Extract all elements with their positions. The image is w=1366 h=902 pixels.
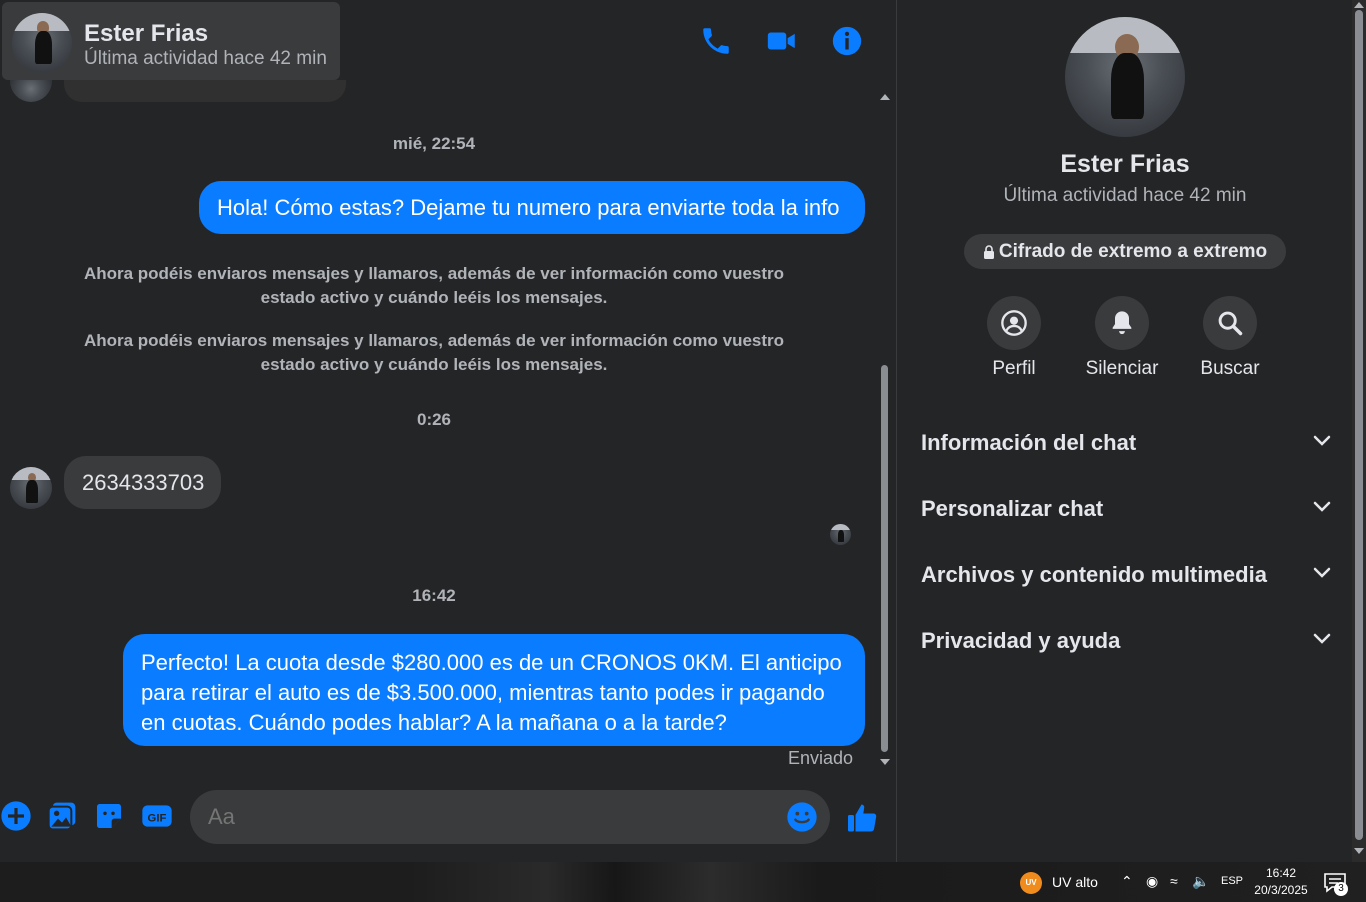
info-icon[interactable] — [830, 24, 864, 58]
message-timestamp: 16:42 — [412, 586, 456, 605]
sender-avatar[interactable] — [10, 467, 52, 509]
section-title: Archivos y contenido multimedia — [921, 562, 1267, 587]
search-icon — [1218, 311, 1243, 336]
clock-time[interactable]: 16:42 — [1252, 866, 1310, 880]
contact-avatar[interactable] — [12, 13, 72, 73]
profile-label: Perfil — [992, 358, 1036, 379]
section-title: Personalizar chat — [921, 496, 1104, 521]
system-notice: Ahora podéis enviaros mensajes y llamaro… — [83, 331, 785, 374]
mute-label: Silenciar — [1085, 358, 1159, 379]
wifi-icon[interactable]: ≈ — [1170, 873, 1178, 889]
sticker-icon[interactable] — [93, 800, 125, 832]
message-timestamp: 0:26 — [416, 410, 452, 429]
scroll-thumb[interactable] — [881, 365, 888, 752]
contact-avatar-partial — [10, 80, 52, 102]
window-scrollbar[interactable] — [1352, 0, 1366, 862]
weather-uv-icon[interactable]: UV — [1020, 872, 1042, 894]
chevron-down-icon — [1313, 501, 1331, 512]
scroll-thumb[interactable] — [1355, 10, 1363, 840]
search-button[interactable]: Buscar — [1180, 296, 1280, 380]
message-input[interactable] — [208, 804, 768, 830]
clock-date[interactable]: 20/3/2025 — [1252, 883, 1310, 897]
chevron-up-icon[interactable]: ⌃ — [1121, 873, 1133, 890]
scroll-up-arrow[interactable] — [880, 94, 890, 100]
contact-name: Ester Frias — [84, 20, 209, 47]
system-notice: Ahora podéis enviaros mensajes y llamaro… — [83, 264, 785, 307]
lock-icon — [983, 245, 994, 259]
message-timestamp: mié, 22:54 — [392, 134, 476, 153]
photo-icon[interactable] — [46, 800, 78, 832]
camera-icon[interactable]: ◉ — [1146, 873, 1158, 890]
profile-photo[interactable] — [1065, 17, 1185, 137]
section-chat-info[interactable]: Información del chat — [921, 422, 1331, 462]
section-privacy-support[interactable]: Privacidad y ayuda — [921, 620, 1331, 660]
chevron-down-icon — [1313, 633, 1331, 644]
scroll-up-arrow[interactable] — [1354, 2, 1364, 8]
contact-status: Última actividad hace 42 min — [84, 48, 327, 69]
weather-label[interactable]: UV alto — [1052, 874, 1098, 890]
mute-button[interactable]: Silenciar — [1072, 296, 1172, 380]
e2e-encryption-badge[interactable]: Cifrado de extremo a extremo — [964, 234, 1286, 269]
conversation-header[interactable]: Ester Frias Última actividad hace 42 min — [2, 2, 340, 80]
section-title: Información del chat — [921, 430, 1137, 455]
section-title: Privacidad y ayuda — [921, 628, 1121, 653]
scroll-down-arrow[interactable] — [1354, 848, 1364, 854]
conversation-details-panel: Ester Frias Última actividad hace 42 min… — [896, 0, 1352, 862]
bell-icon — [1112, 311, 1132, 335]
section-customize-chat[interactable]: Personalizar chat — [921, 488, 1331, 528]
windows-taskbar: UV UV alto ⌃ ◉ ≈ 🔈 ESP 16:42 20/3/2025 3 — [0, 862, 1366, 902]
search-label: Buscar — [1200, 358, 1260, 379]
outgoing-message[interactable]: Perfecto! La cuota desde $280.000 es de … — [123, 634, 865, 746]
like-icon[interactable] — [845, 800, 881, 836]
gif-icon[interactable]: GIF — [141, 800, 173, 832]
profile-button[interactable]: Perfil — [964, 296, 1064, 380]
chat-pane: Ester Frias Última actividad hace 42 min… — [0, 0, 896, 862]
profile-name: Ester Frias — [1060, 150, 1190, 178]
svg-text:GIF: GIF — [148, 812, 167, 824]
chevron-down-icon — [1313, 567, 1331, 578]
message-bubble-partial — [64, 80, 346, 102]
section-media-files[interactable]: Archivos y contenido multimedia — [921, 554, 1331, 594]
chevron-down-icon — [1313, 435, 1331, 446]
phone-icon[interactable] — [699, 24, 733, 58]
delivery-status: Enviado — [788, 748, 854, 768]
emoji-icon[interactable] — [786, 801, 818, 833]
outgoing-message[interactable]: Hola! Cómo estas? Dejame tu numero para … — [199, 181, 865, 234]
profile-status: Última actividad hace 42 min — [1003, 185, 1247, 206]
profile-icon — [1001, 310, 1027, 336]
plus-icon[interactable] — [0, 800, 32, 832]
video-icon[interactable] — [765, 24, 799, 58]
e2e-label: Cifrado de extremo a extremo — [998, 241, 1268, 262]
notification-count: 3 — [1334, 882, 1348, 896]
scroll-down-arrow[interactable] — [880, 759, 890, 765]
volume-icon[interactable]: 🔈 — [1192, 873, 1209, 890]
language-indicator[interactable]: ESP — [1221, 875, 1243, 887]
seen-indicator-avatar — [830, 524, 851, 545]
message-composer[interactable] — [190, 790, 830, 844]
message-scrollbar[interactable] — [878, 90, 892, 770]
incoming-message[interactable]: 2634333703 — [64, 456, 221, 509]
